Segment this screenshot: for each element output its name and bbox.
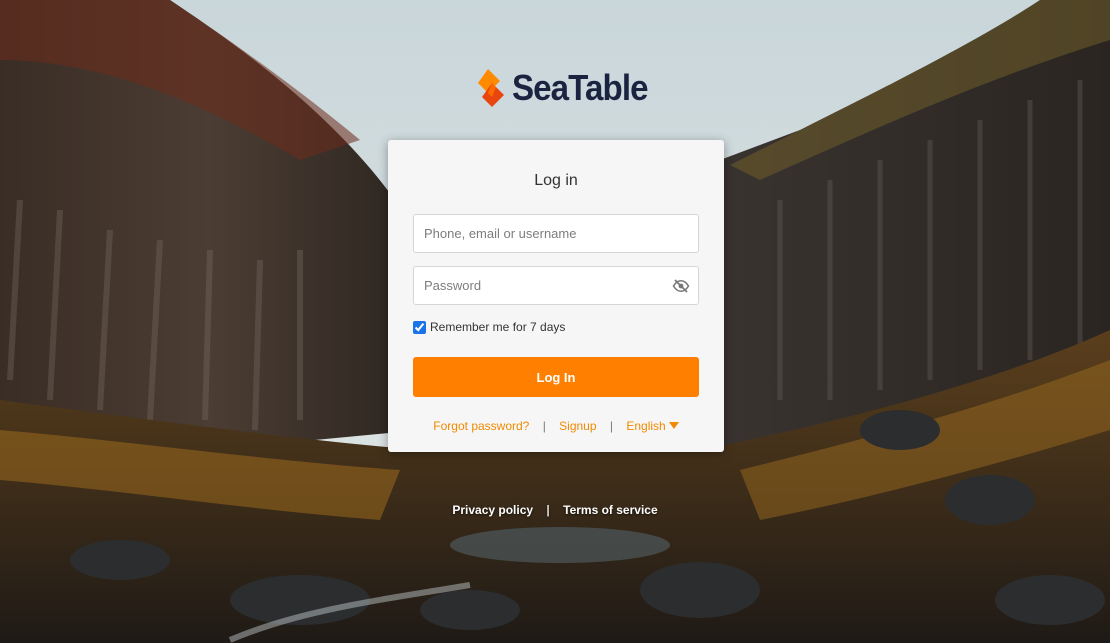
link-separator: | [609,419,613,433]
footer-separator: | [546,503,550,517]
remember-me-checkbox[interactable] [413,320,426,334]
signup-link[interactable]: Signup [559,419,596,433]
eye-slash-icon[interactable] [672,277,690,295]
login-card: Log in Remember me for 7 days Log In For… [388,140,724,452]
username-input[interactable] [413,214,699,253]
link-separator: | [542,419,546,433]
password-field [413,266,699,305]
remember-me-label: Remember me for 7 days [430,320,566,334]
login-title: Log in [534,172,578,189]
login-button[interactable]: Log In [413,357,699,397]
language-dropdown[interactable]: English [626,419,679,433]
privacy-policy-link[interactable]: Privacy policy [452,503,533,517]
language-label: English [626,419,666,433]
card-links: Forgot password? | Signup | English [388,419,724,433]
password-input[interactable] [413,266,699,305]
remember-me[interactable]: Remember me for 7 days [413,320,565,334]
terms-of-service-link[interactable]: Terms of service [563,503,658,517]
forgot-password-link[interactable]: Forgot password? [433,419,529,433]
seatable-logo-text: SeaTable [512,67,649,108]
seatable-logo-icon [478,69,504,107]
caret-down-icon [668,422,679,429]
footer: Privacy policy | Terms of service [0,503,1110,517]
seatable-logo: SeaTable [474,66,659,110]
